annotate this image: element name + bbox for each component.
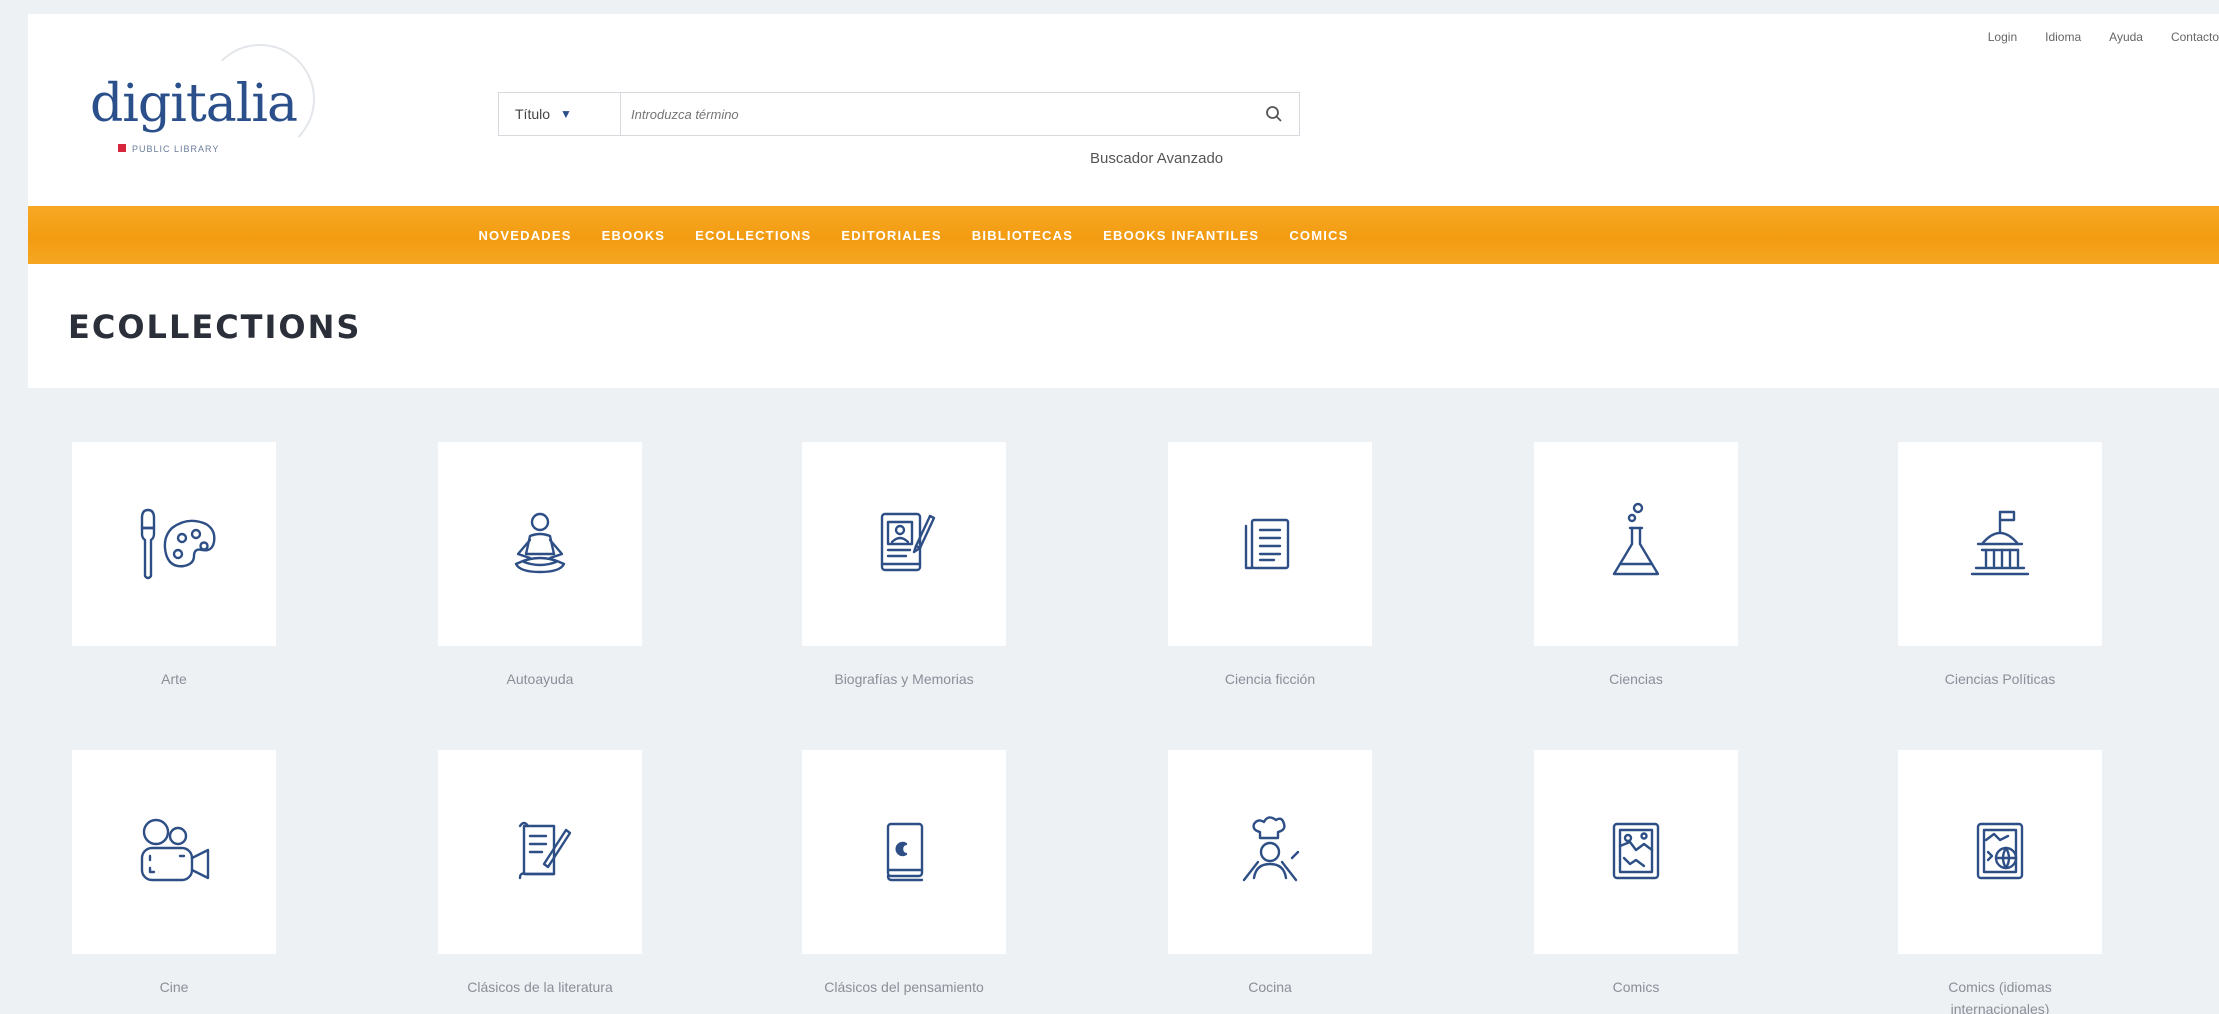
chevron-down-icon: ▼ xyxy=(560,107,572,121)
collection-label: Cine xyxy=(159,979,189,995)
collection-tile xyxy=(1168,442,1372,646)
nav-item-ebooks-infantiles[interactable]: EBOOKS INFANTILES xyxy=(1103,228,1259,243)
collection-card-cocina[interactable]: Cocina xyxy=(1168,750,1372,998)
biography-book-icon xyxy=(880,512,936,572)
collection-label: Clásicos del pensamiento xyxy=(824,979,984,995)
collection-tile xyxy=(802,750,1006,954)
collection-label: Arte xyxy=(161,671,187,687)
collection-card-arte[interactable]: Arte xyxy=(72,442,276,690)
collection-label: Comics (idiomas internacionales) xyxy=(1948,979,2052,1014)
collection-tile xyxy=(1534,750,1738,954)
collection-card-cine[interactable]: Cine xyxy=(72,750,276,998)
collection-card-clasicos-literatura[interactable]: Clásicos de la literatura xyxy=(438,750,642,998)
logo-text: digitalia xyxy=(90,74,298,134)
search-field-select[interactable]: Título ▼ xyxy=(499,93,621,135)
collection-card-clasicos-pensamiento[interactable]: Clásicos del pensamiento xyxy=(802,750,1006,998)
collection-label: Clásicos de la literatura xyxy=(467,979,613,995)
collection-label: Comics xyxy=(1612,979,1660,995)
collection-card-comics[interactable]: Comics xyxy=(1534,750,1738,998)
collection-tile xyxy=(802,442,1006,646)
flask-icon xyxy=(1612,502,1660,576)
collection-tile xyxy=(1898,442,2102,646)
header: digitalia PUBLIC LIBRARY Título ▼ Buscad… xyxy=(28,14,2219,206)
scroll-quill-icon xyxy=(518,821,572,880)
contact-link[interactable]: Contacto xyxy=(2171,30,2219,44)
collection-card-ciencias-politicas[interactable]: Ciencias Políticas xyxy=(1898,442,2102,690)
collection-tile xyxy=(438,750,642,954)
search-field-value: Título xyxy=(515,106,551,122)
collection-card-comics-internacionales[interactable]: Comics (idiomas internacionales) xyxy=(1898,750,2102,1014)
title-bar: ECOLLECTIONS xyxy=(28,264,2219,388)
nav-item-comics[interactable]: COMICS xyxy=(1289,228,1348,243)
page-title: ECOLLECTIONS xyxy=(68,308,362,346)
collection-tile xyxy=(72,750,276,954)
comic-page-icon xyxy=(1612,822,1660,880)
documents-icon xyxy=(1244,518,1290,570)
search-bar: Título ▼ xyxy=(498,92,1300,136)
collection-card-biografias[interactable]: Biografías y Memorias xyxy=(802,442,1006,690)
collection-label: Ciencias xyxy=(1609,671,1663,687)
nav-item-ecollections[interactable]: ECOLLECTIONS xyxy=(695,228,811,243)
collection-label: Ciencia ficción xyxy=(1224,671,1316,687)
collection-card-ciencias[interactable]: Ciencias xyxy=(1534,442,1738,690)
collection-tile xyxy=(1168,750,1372,954)
nav-item-editoriales[interactable]: EDITORIALES xyxy=(841,228,941,243)
palette-icon xyxy=(140,508,216,580)
book-moon-icon xyxy=(886,822,924,882)
help-link[interactable]: Ayuda xyxy=(2109,30,2143,44)
collection-card-autoayuda[interactable]: Autoayuda xyxy=(438,442,642,690)
collection-tile xyxy=(72,442,276,646)
language-link[interactable]: Idioma xyxy=(2045,30,2081,44)
search-input[interactable] xyxy=(621,93,1249,135)
login-link[interactable]: Login xyxy=(1988,30,2017,44)
collection-label: Biografías y Memorias xyxy=(834,671,974,687)
collection-label: Autoayuda xyxy=(506,671,574,687)
advanced-search-link[interactable]: Buscador Avanzado xyxy=(1090,150,1223,167)
main-nav: NOVEDADES EBOOKS ECOLLECTIONS EDITORIALE… xyxy=(28,206,2219,264)
chef-icon xyxy=(1242,816,1300,882)
collection-tile xyxy=(438,442,642,646)
collection-label: Ciencias Políticas xyxy=(1944,671,2056,687)
digitalia-logo[interactable]: digitalia PUBLIC LIBRARY xyxy=(90,44,330,174)
logo-subtitle: PUBLIC LIBRARY xyxy=(132,144,220,154)
nav-item-novedades[interactable]: NOVEDADES xyxy=(478,228,571,243)
top-links: Login Idioma Ayuda Contacto xyxy=(1988,30,2219,44)
comic-globe-icon xyxy=(1976,822,2024,880)
collection-tile xyxy=(1898,750,2102,954)
meditation-icon xyxy=(514,512,566,574)
capitol-building-icon xyxy=(1970,510,2030,576)
logo-red-mark xyxy=(118,144,126,152)
search-button[interactable] xyxy=(1249,93,1299,135)
film-camera-icon xyxy=(140,818,210,882)
collection-card-ciencia-ficcion[interactable]: Ciencia ficción xyxy=(1168,442,1372,690)
search-icon xyxy=(1266,106,1282,122)
collection-tile xyxy=(1534,442,1738,646)
nav-item-bibliotecas[interactable]: BIBLIOTECAS xyxy=(972,228,1073,243)
collections-grid: Arte Autoayuda Biografías y Memorias Cie… xyxy=(28,388,2219,1014)
collection-label: Cocina xyxy=(1248,979,1292,995)
nav-item-ebooks[interactable]: EBOOKS xyxy=(602,228,666,243)
